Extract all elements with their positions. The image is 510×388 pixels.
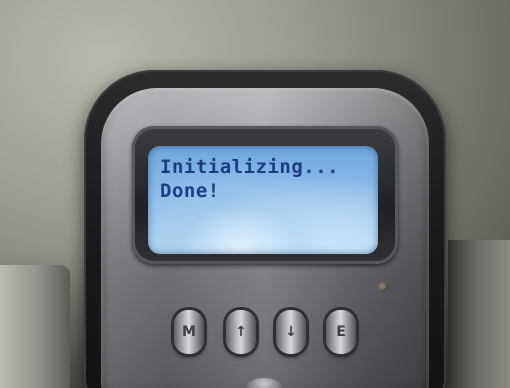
lcd-display: Initializing... Done! [148, 146, 378, 254]
keypad-buttons: M ↑ ↓ E [170, 310, 360, 360]
lcd-status-line-1: Initializing... [160, 156, 340, 178]
enter-button-icon: E [336, 324, 346, 340]
door-fixture-right [448, 240, 510, 388]
up-arrow-icon: ↑ [235, 324, 247, 340]
down-button[interactable]: ↓ [276, 310, 306, 354]
screw-icon [378, 282, 388, 292]
lcd-status-line-2: Done! [160, 180, 220, 202]
menu-button-icon: M [182, 324, 196, 340]
up-button[interactable]: ↑ [226, 310, 256, 354]
photo-scene: Initializing... Done! M ↑ ↓ E [0, 0, 510, 388]
menu-button[interactable]: M [174, 310, 204, 354]
down-arrow-icon: ↓ [285, 324, 297, 340]
door-fixture-left [0, 265, 70, 388]
enter-button[interactable]: E [326, 310, 356, 354]
